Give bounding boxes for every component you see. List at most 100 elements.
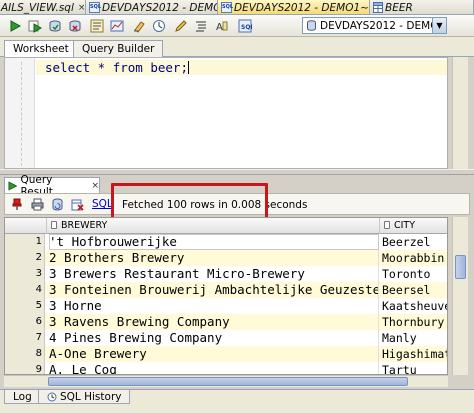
table-row[interactable]: 6 3 Ravens Brewing Company Thornbury — [5, 314, 447, 330]
doc-tab-demo1[interactable]: SQL DEVDAYS2012 - DEMO1 × — [86, 0, 218, 14]
table-row[interactable]: 8 A-One Brewery Higashimatsuyama — [5, 346, 447, 362]
rollback-button[interactable] — [66, 17, 84, 34]
history-button[interactable] — [150, 17, 168, 34]
autotrace-icon — [110, 20, 124, 31]
grid-horizontal-scrollbar[interactable] — [4, 375, 448, 387]
tab-log-label: Log — [13, 390, 32, 403]
tab-query-result[interactable]: Query Result × — [4, 174, 100, 198]
sql-editor[interactable]: select * from beer; — [4, 57, 448, 169]
doc-tab-ails-view[interactable]: AILS_VIEW.sql × — [0, 0, 86, 14]
cell-city[interactable]: Moorabbin — [382, 250, 447, 266]
editor-vertical-scrollbar[interactable] — [452, 57, 468, 169]
cancel-fetch-button[interactable] — [69, 197, 85, 212]
explain-plan-button[interactable] — [88, 17, 106, 34]
history-icon — [153, 19, 165, 32]
tab-worksheet[interactable]: Worksheet — [4, 40, 78, 58]
run-script-button[interactable] — [26, 17, 44, 34]
cell-brewery[interactable]: 3 Ravens Brewing Company — [49, 314, 379, 330]
column-icon — [384, 221, 390, 229]
print-button[interactable] — [29, 197, 45, 212]
cell-brewery[interactable]: 4 Pines Brewing Company — [49, 330, 379, 346]
tab-query-builder[interactable]: Query Builder — [73, 40, 164, 57]
sql-file-icon: SQL — [221, 2, 233, 13]
format-icon — [196, 21, 206, 31]
cell-city[interactable]: Manly — [382, 330, 447, 346]
sql-developer-window: AILS_VIEW.sql × SQL DEVDAYS2012 - DEMO1 … — [0, 0, 474, 413]
code-line[interactable]: select * from beer; — [45, 60, 189, 75]
chevron-down-icon[interactable]: ▼ — [432, 18, 446, 33]
history-icon — [47, 392, 57, 401]
sql-link[interactable]: SQL — [92, 198, 113, 210]
scrollbar-thumb[interactable] — [48, 377, 408, 386]
table-row[interactable]: 5 3 Horne Kaatsheuvel — [5, 298, 447, 314]
tab-log[interactable]: Log — [4, 390, 41, 404]
cell-brewery[interactable]: 2 Brothers Brewery — [49, 250, 379, 266]
clear-button[interactable] — [130, 17, 148, 34]
cell-city[interactable]: Higashimatsuyama — [382, 346, 447, 362]
commit-button[interactable] — [46, 17, 64, 34]
result-toolbar: SQL Fetched 100 rows in 0.008 seconds — [4, 193, 470, 215]
column-header-brewery[interactable]: BREWERY — [47, 218, 380, 234]
freeze-view-button[interactable] — [9, 197, 25, 212]
connection-select[interactable]: DEVDAYS2012 - DEMO1 ▼ — [302, 17, 447, 34]
row-number: 9 — [5, 362, 45, 374]
cell-city[interactable]: Kaatsheuvel — [382, 298, 447, 314]
row-number: 7 — [5, 330, 45, 346]
run-script-icon — [28, 20, 42, 33]
close-icon[interactable]: × — [91, 181, 99, 191]
cell-brewery[interactable]: 3 Horne — [49, 298, 379, 314]
column-header-city[interactable]: CITY — [380, 218, 447, 234]
unshared-worksheet-icon: SQL — [238, 19, 252, 32]
bottom-tab-bar: Log SQL History — [0, 389, 474, 413]
cell-city[interactable]: Thornbury — [382, 314, 447, 330]
cell-city[interactable]: Toronto — [382, 266, 447, 282]
unshared-worksheet-button[interactable]: SQL — [236, 17, 254, 34]
code-text: select * from beer; — [45, 60, 188, 75]
table-row[interactable]: 4 3 Fonteinen Brouwerij Ambachtelijke Ge… — [5, 282, 447, 298]
scrollbar-thumb[interactable] — [455, 255, 466, 279]
cell-brewery[interactable]: 3 Brewers Restaurant Micro-Brewery — [49, 266, 379, 282]
table-row[interactable]: 9 A. Le Coq Tartu — [5, 362, 447, 374]
cell-city[interactable]: Beerzel — [382, 234, 447, 250]
refresh-button[interactable] — [49, 197, 65, 212]
table-row[interactable]: 3 3 Brewers Restaurant Micro-Brewery Tor… — [5, 266, 447, 282]
svg-text:A: A — [216, 22, 223, 33]
autotrace-button[interactable] — [108, 17, 126, 34]
commit-icon — [49, 20, 61, 32]
clear-icon — [134, 20, 145, 33]
row-number: 5 — [5, 298, 45, 314]
cell-city[interactable]: Beersel — [382, 282, 447, 298]
fetch-status-text: Fetched 100 rows in 0.008 seconds — [122, 199, 308, 211]
table-row[interactable]: 1 't Hofbrouwerijke Beerzel — [5, 234, 447, 250]
doc-tab-beer[interactable]: BEER — [370, 0, 474, 14]
pencil-icon — [175, 19, 187, 32]
result-tab-bar: Query Result × — [0, 174, 474, 198]
cell-brewery[interactable]: A-One Brewery — [49, 346, 379, 362]
close-icon[interactable]: × — [78, 3, 85, 13]
worksheet-subtab-bar: Worksheet Query Builder — [0, 37, 474, 58]
cell-brewery[interactable]: 't Hofbrouwerijke — [49, 234, 379, 250]
run-statement-button[interactable] — [6, 17, 24, 34]
doc-tab-label: DEVDAYS2012 - DEMO1 — [102, 1, 218, 14]
sql-file-icon: SQL — [89, 2, 101, 13]
cell-brewery[interactable]: A. Le Coq — [49, 362, 379, 374]
grid-header: BREWERY CITY — [5, 218, 447, 234]
format-button[interactable] — [192, 17, 210, 34]
result-grid[interactable]: BREWERY CITY 1 't Hofbrouwerijke Beerzel… — [4, 217, 448, 375]
doc-tab-demo1-1[interactable]: SQL DEVDAYS2012 - DEMO1~1 × — [218, 0, 370, 14]
table-row[interactable]: 7 4 Pines Brewing Company Manly — [5, 330, 447, 346]
tab-sql-history[interactable]: SQL History — [38, 390, 131, 404]
edit-button[interactable] — [172, 17, 190, 34]
doc-tab-label: DEVDAYS2012 - DEMO1~1 — [234, 1, 370, 14]
cell-city[interactable]: Tartu — [382, 362, 447, 374]
row-number: 1 — [5, 234, 45, 250]
run-statement-icon — [8, 180, 18, 191]
worksheet-toolbar: A SQL DEVDAYS2012 - DEMO1 ▼ — [0, 15, 474, 37]
run-statement-icon — [10, 19, 22, 32]
cell-brewery[interactable]: 3 Fonteinen Brouwerij Ambachtelijke Geuz… — [49, 282, 379, 298]
explain-plan-icon — [90, 19, 104, 32]
table-row[interactable]: 2 2 Brothers Brewery Moorabbin — [5, 250, 447, 266]
font-button[interactable]: A — [212, 17, 230, 34]
font-icon: A — [216, 21, 228, 33]
grid-vertical-scrollbar[interactable] — [452, 217, 468, 375]
